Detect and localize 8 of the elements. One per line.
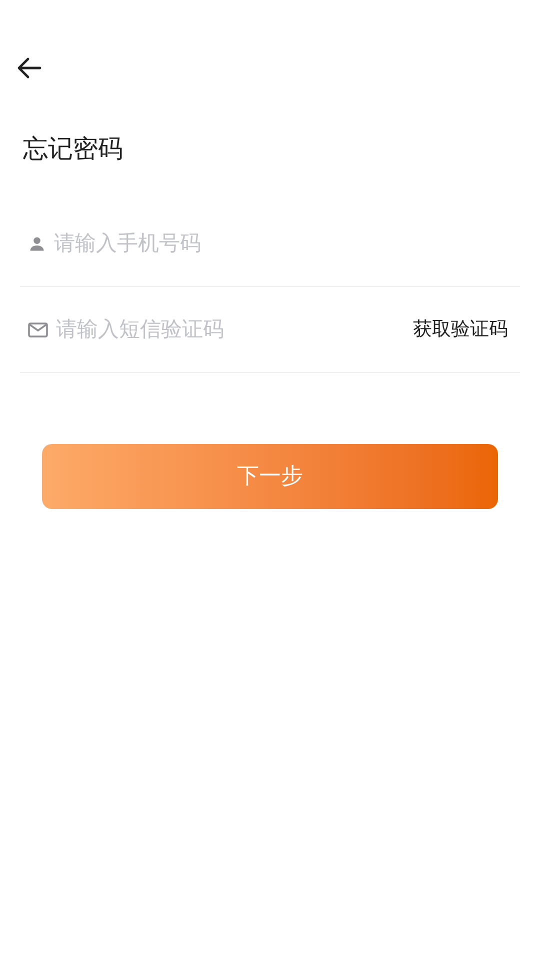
get-code-button[interactable]: 获取验证码 bbox=[413, 315, 508, 344]
back-button[interactable] bbox=[16, 55, 42, 81]
page-title: 忘记密码 bbox=[23, 136, 123, 161]
back-arrow-icon bbox=[16, 55, 42, 81]
mail-icon bbox=[28, 322, 48, 338]
person-icon bbox=[28, 234, 46, 252]
input-field[interactable]: 请输入手机号码 bbox=[54, 228, 508, 260]
input-field[interactable]: 请输入短信验证码 bbox=[56, 314, 405, 346]
